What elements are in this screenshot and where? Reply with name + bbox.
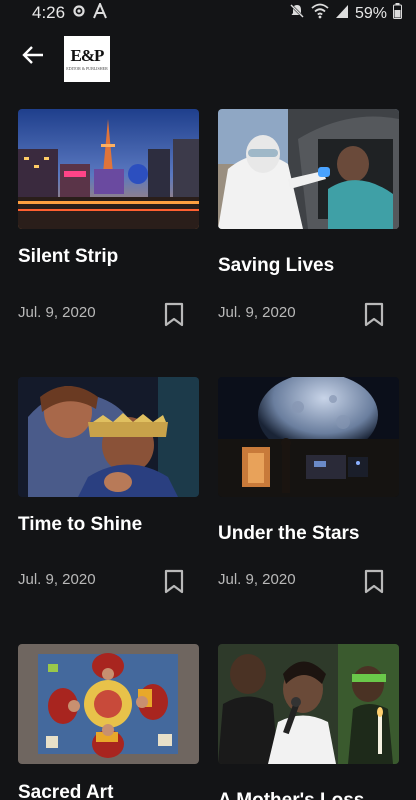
article-card[interactable]: Time to Shine Jul. 9, 2020 xyxy=(18,377,199,594)
bookmark-icon[interactable] xyxy=(363,302,385,328)
article-image[interactable] xyxy=(218,377,399,497)
battery-icon xyxy=(393,3,402,24)
logo-subtitle: EDITOR & PUBLISHER xyxy=(66,66,108,71)
article-card[interactable]: Silent Strip Jul. 9, 2020 xyxy=(18,109,199,327)
publisher-logo[interactable]: E&P EDITOR & PUBLISHER xyxy=(64,36,110,82)
article-title[interactable]: Saving Lives xyxy=(218,255,334,277)
article-title[interactable]: Time to Shine xyxy=(18,514,142,536)
bookmark-icon[interactable] xyxy=(163,302,185,328)
wifi-icon xyxy=(311,3,329,24)
back-button[interactable] xyxy=(16,40,50,74)
article-card[interactable]: A Mother's Loss xyxy=(218,644,399,800)
article-image[interactable] xyxy=(18,109,199,229)
article-title[interactable]: A Mother's Loss xyxy=(218,790,364,800)
signal-icon xyxy=(335,4,349,24)
article-image[interactable] xyxy=(218,644,399,764)
article-date: Jul. 9, 2020 xyxy=(218,571,296,588)
autofill-a-icon xyxy=(92,1,108,24)
article-card[interactable]: Sacred Art xyxy=(18,644,199,800)
article-card[interactable]: Saving Lives Jul. 9, 2020 xyxy=(218,109,399,327)
arrow-left-icon xyxy=(22,45,44,70)
article-date: Jul. 9, 2020 xyxy=(18,571,96,588)
article-image[interactable] xyxy=(18,644,199,764)
status-time: 4:26 xyxy=(32,3,66,22)
article-title[interactable]: Silent Strip xyxy=(18,246,118,268)
article-image[interactable] xyxy=(18,377,199,497)
mute-icon xyxy=(289,3,305,24)
article-date: Jul. 9, 2020 xyxy=(18,304,96,321)
bookmark-icon[interactable] xyxy=(163,569,185,595)
article-card[interactable]: Under the Stars Jul. 9, 2020 xyxy=(218,377,399,594)
battery-percent: 59% xyxy=(354,4,387,22)
gear-icon xyxy=(72,4,86,23)
article-title[interactable]: Under the Stars xyxy=(218,523,359,545)
status-bar: 4:26 59% xyxy=(0,0,416,26)
article-image[interactable] xyxy=(218,109,399,229)
app-header: E&P EDITOR & PUBLISHER xyxy=(0,26,416,90)
article-title[interactable]: Sacred Art xyxy=(18,782,113,800)
bookmark-icon[interactable] xyxy=(363,569,385,595)
article-date: Jul. 9, 2020 xyxy=(218,304,296,321)
logo-mark: E&P xyxy=(70,46,105,65)
